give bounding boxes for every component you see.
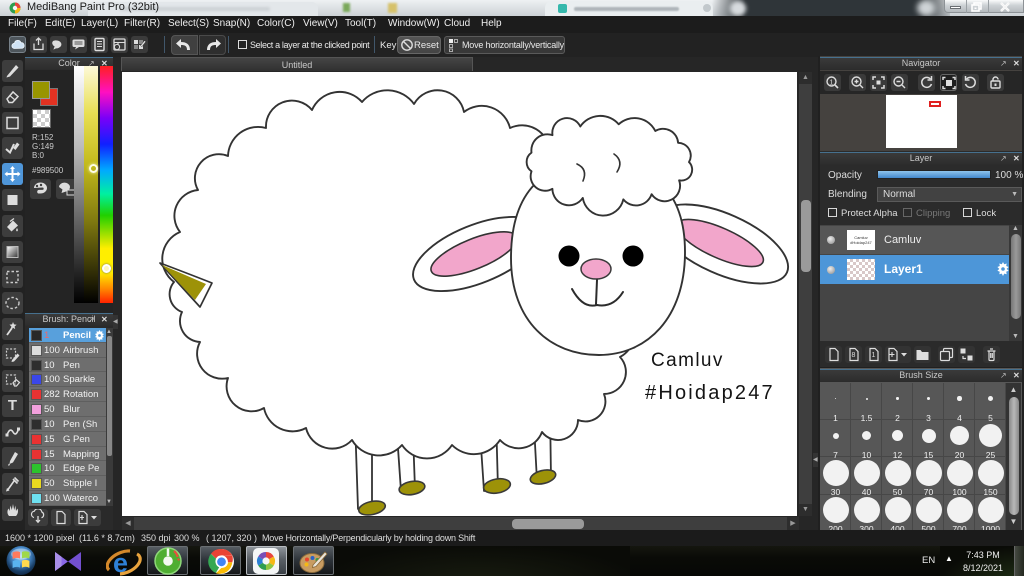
svg-text:8: 8: [852, 352, 856, 359]
svg-text:Camluv: Camluv: [651, 350, 724, 371]
svg-text:1: 1: [872, 352, 876, 359]
svg-text:1: 1: [830, 80, 834, 87]
svg-text:#Hoidap247: #Hoidap247: [645, 382, 775, 404]
